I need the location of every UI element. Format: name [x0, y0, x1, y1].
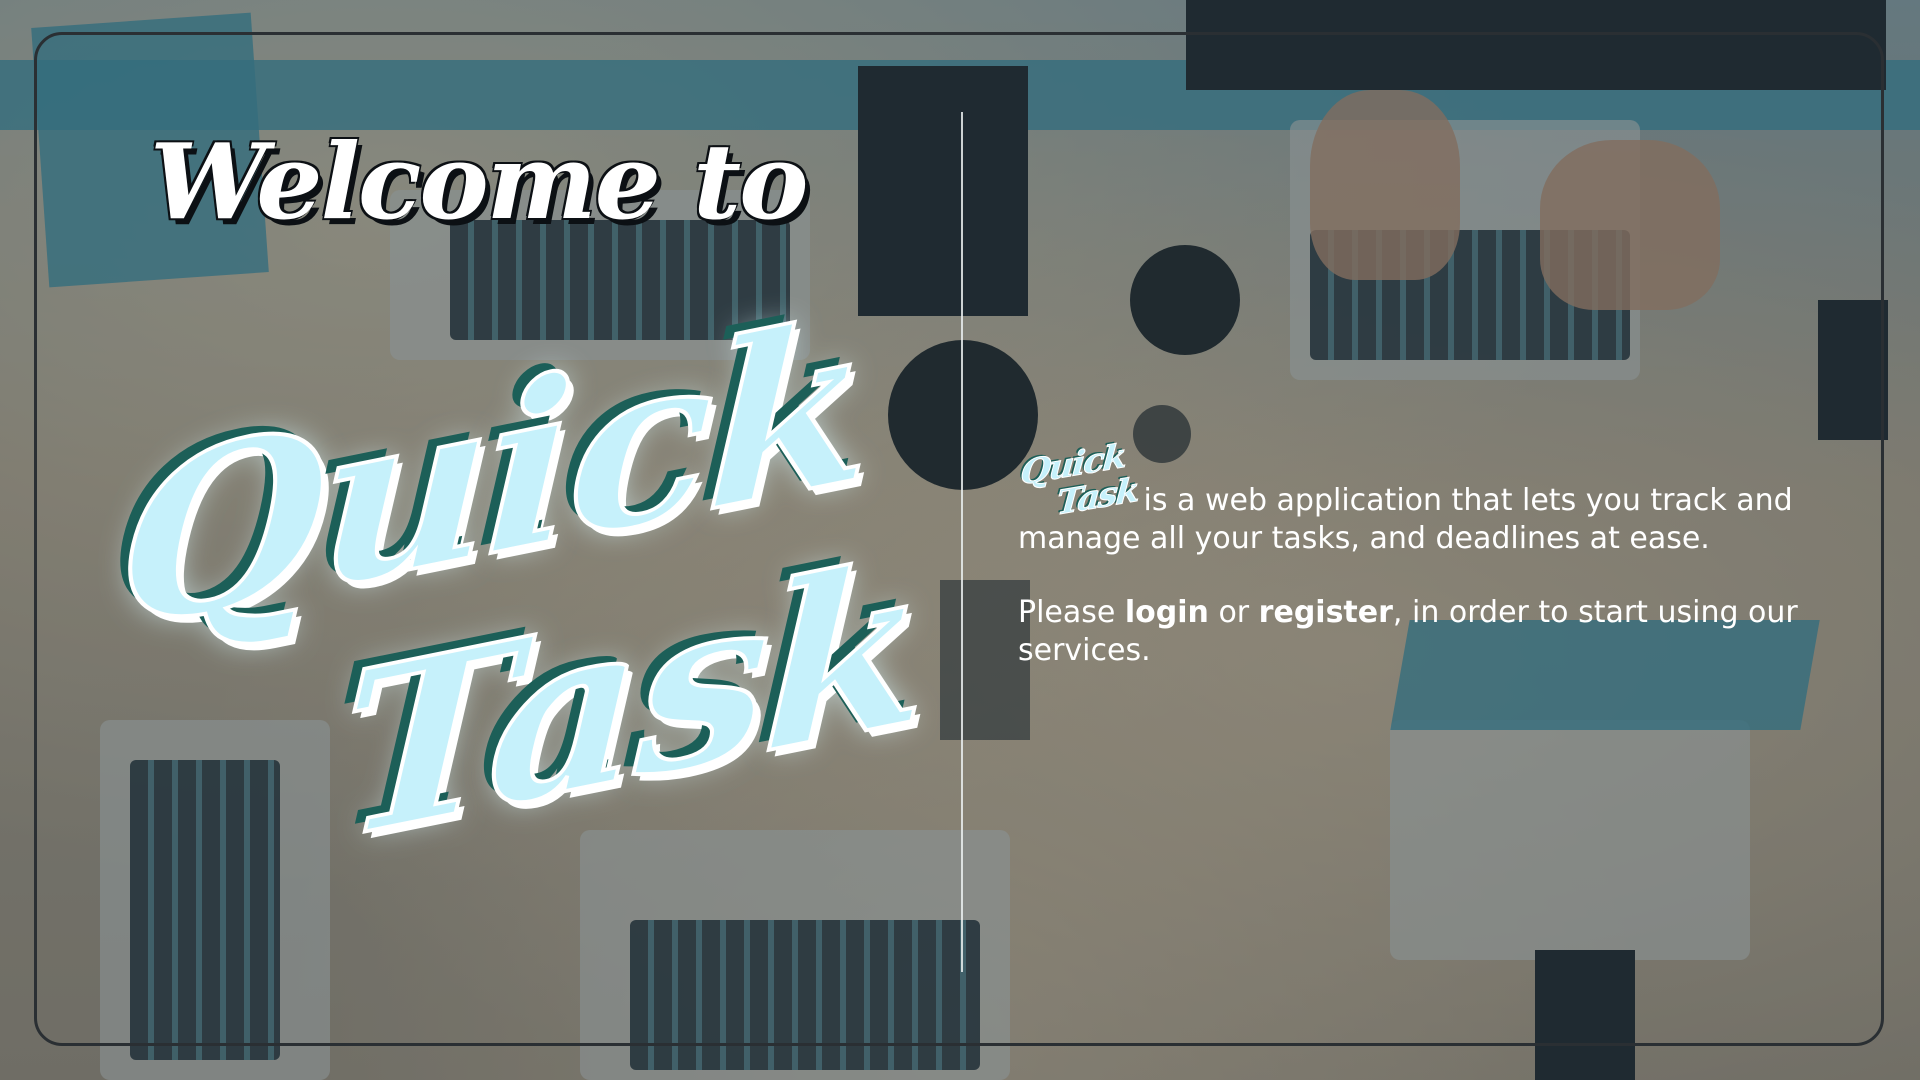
cta-prefix: Please: [1018, 595, 1125, 630]
quicktask-inline-logo: Quick Task: [1018, 436, 1140, 524]
quicktask-logo: Quick Task: [112, 266, 928, 893]
landing-page: Welcome to Quick Task Quick Task is a we…: [0, 0, 1920, 1080]
welcome-heading: Welcome to: [150, 120, 809, 243]
vertical-divider: [961, 112, 963, 972]
cta-or: or: [1208, 595, 1259, 630]
call-to-action: Please login or register, in order to st…: [1018, 594, 1858, 670]
intro-description: Quick Task is a web application that let…: [1018, 436, 1858, 558]
intro-section: Quick Task is a web application that let…: [1018, 436, 1858, 670]
login-link[interactable]: login: [1125, 595, 1209, 630]
register-link[interactable]: register: [1259, 595, 1393, 630]
